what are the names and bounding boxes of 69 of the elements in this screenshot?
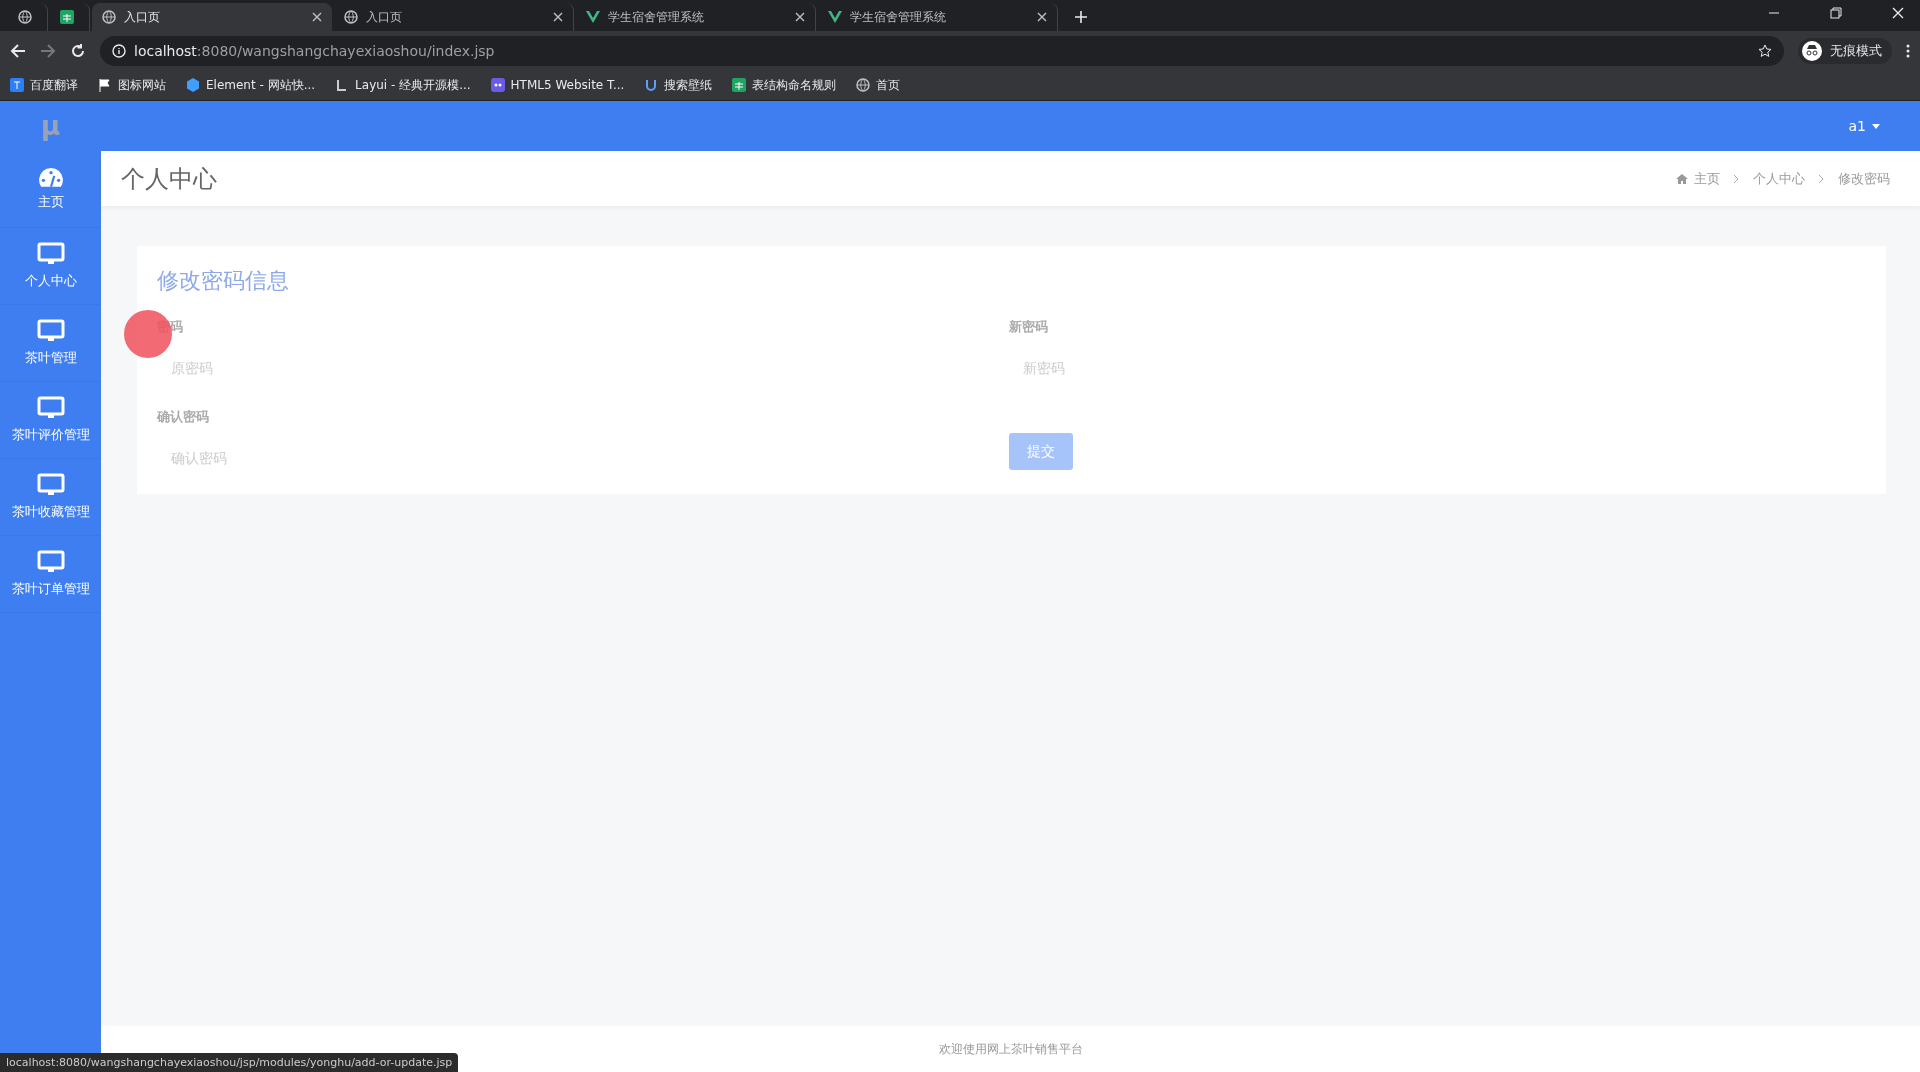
field-label: 新密码 [1009, 318, 1049, 336]
globe-icon [18, 10, 32, 24]
status-url: localhost:8080/wangshangchayexiaoshou/jsp/modules/yonghu/add-or-update.jsp [0, 1053, 459, 1072]
dashboard-icon [37, 167, 64, 187]
mask-icon [490, 78, 505, 92]
new-tab-icon[interactable] [1074, 10, 1088, 24]
back-arrow-icon[interactable] [10, 42, 26, 59]
bookmark[interactable]: HTML5 Website T... [490, 78, 625, 92]
sidebar-label: 茶叶订单管理 [11, 580, 90, 598]
sidebar-item[interactable]: 主页 [0, 151, 101, 228]
spreadsheet-icon [60, 10, 74, 24]
browser-tab[interactable]: 入口页 [92, 3, 332, 31]
globe-icon [344, 10, 358, 24]
info-icon [112, 43, 126, 58]
bookmark[interactable]: Element - 网站快... [186, 76, 316, 94]
spreadsheet-icon [732, 78, 747, 92]
breadcrumb-item: 修改密码 [1838, 169, 1890, 188]
sidebar-item[interactable]: 个人中心 [0, 228, 101, 305]
monitor-icon [36, 396, 65, 420]
translate-icon [10, 78, 24, 92]
bookmark[interactable]: 图标网站 [98, 76, 166, 94]
sidebar-label: 茶叶管理 [24, 349, 77, 367]
monitor-icon [36, 319, 65, 343]
bookmark[interactable]: 搜索壁纸 [644, 76, 713, 94]
user-menu[interactable]: a1 [1848, 118, 1880, 134]
menu-icon[interactable] [1906, 43, 1910, 58]
hexagon-icon [186, 78, 200, 92]
reload-icon[interactable] [70, 42, 86, 59]
monitor-icon [36, 242, 65, 266]
u-logo-icon [644, 78, 659, 92]
v-logo-icon [828, 11, 842, 23]
sidebar-item[interactable]: 茶叶管理 [0, 305, 101, 382]
page-title: 个人中心 [121, 163, 217, 195]
form-title: 修改密码信息 [157, 267, 290, 295]
globe-icon [102, 10, 116, 24]
url-text: localhost:8080/wangshangchayexiaoshou/index.jsp [134, 42, 495, 59]
field-label: 确认密码 [157, 408, 210, 426]
chevron-icon [1819, 174, 1824, 183]
sidebar-label: 茶叶收藏管理 [11, 503, 90, 521]
forward-arrow-icon[interactable] [40, 42, 56, 59]
sidebar-item[interactable]: 茶叶收藏管理 [0, 459, 101, 536]
monitor-icon [36, 550, 65, 574]
restore-icon[interactable] [1830, 7, 1842, 19]
bookmark[interactable]: 首页 [856, 76, 901, 94]
bookmark[interactable]: 百度翻译 [10, 76, 78, 94]
field-label: 密码 [157, 318, 184, 336]
close-icon[interactable] [795, 12, 805, 22]
incognito-icon [1802, 40, 1822, 61]
home-icon [1676, 173, 1688, 184]
v-logo-icon [586, 11, 600, 23]
flag-icon [98, 78, 112, 92]
bookmark[interactable]: Layui - 经典开源模... [335, 76, 471, 94]
caret-icon [1872, 123, 1880, 129]
sidebar-label: 个人中心 [24, 272, 77, 290]
sidebar-label: 主页 [37, 193, 64, 211]
sidebar-label: 茶叶评价管理 [11, 426, 90, 444]
sidebar-item[interactable]: 茶叶订单管理 [0, 536, 101, 613]
address-bar[interactable]: localhost:8080/wangshangchayexiaoshou/index.jsp [100, 35, 1784, 66]
sidebar-item[interactable]: 茶叶评价管理 [0, 382, 101, 459]
close-icon[interactable] [553, 12, 563, 22]
close-icon[interactable] [1037, 12, 1047, 22]
logo: μ [39, 110, 62, 143]
bookmark[interactable]: 表结构命名规则 [732, 76, 837, 94]
close-icon[interactable] [312, 12, 322, 22]
globe-icon [856, 78, 871, 92]
incognito-profile[interactable]: 无痕模式 [1798, 37, 1892, 64]
monitor-icon [36, 473, 65, 497]
star-icon[interactable] [1758, 43, 1772, 58]
chevron-icon [1734, 174, 1739, 183]
